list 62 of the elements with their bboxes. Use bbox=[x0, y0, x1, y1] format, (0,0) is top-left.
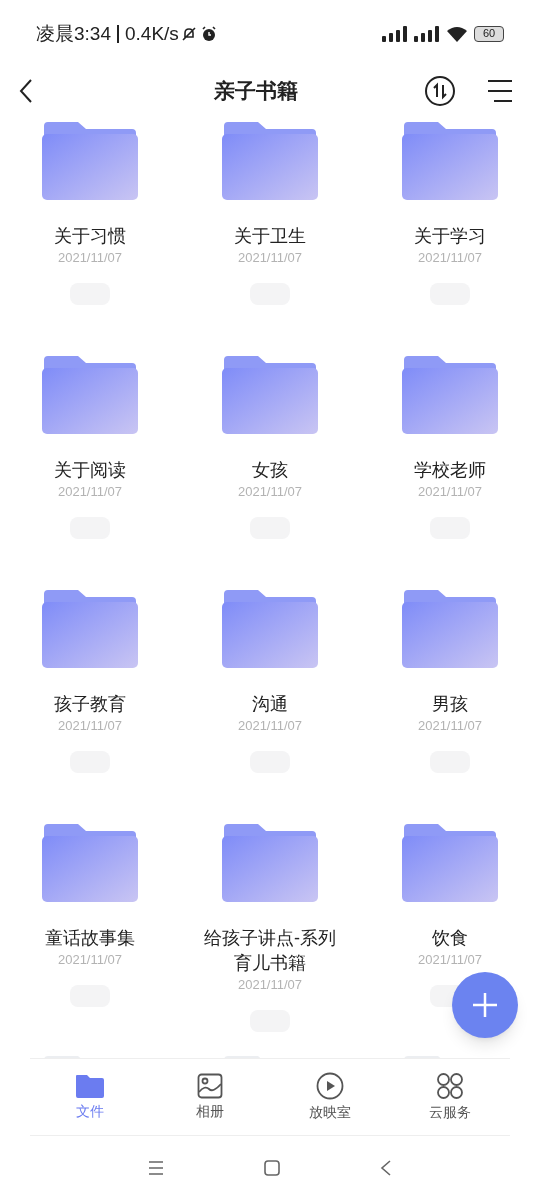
folder-icon bbox=[222, 122, 318, 200]
folder-date: 2021/11/07 bbox=[57, 249, 123, 267]
menu-button[interactable] bbox=[486, 79, 514, 103]
battery-indicator: 60 bbox=[474, 26, 504, 42]
page-title: 亲子书籍 bbox=[214, 78, 298, 105]
folder-name: 男孩 bbox=[432, 693, 468, 716]
folder-icon bbox=[222, 824, 318, 902]
folder-icon bbox=[42, 356, 138, 434]
folder-icon bbox=[75, 1072, 105, 1099]
folder-icon bbox=[222, 356, 318, 434]
grid-circles-icon bbox=[436, 1071, 464, 1100]
folder-date: 2021/11/07 bbox=[237, 976, 303, 994]
folder-date: 2021/11/07 bbox=[417, 483, 483, 501]
folder-name: 童话故事集 bbox=[45, 927, 135, 950]
folder-name: 关于阅读 bbox=[54, 459, 126, 482]
menu-icon[interactable] bbox=[148, 1161, 164, 1175]
home-square-icon[interactable] bbox=[264, 1160, 280, 1176]
wifi-icon bbox=[446, 26, 468, 42]
status-time: 凌晨3:34 bbox=[36, 21, 111, 46]
folder-name: 给孩子讲点-系列育儿书籍 bbox=[203, 927, 337, 975]
folder-icon bbox=[402, 590, 498, 668]
folder-name: 女孩 bbox=[252, 459, 288, 482]
folder-icon bbox=[222, 590, 318, 668]
folder-icon bbox=[42, 590, 138, 668]
sort-button[interactable] bbox=[424, 75, 456, 107]
folder-name: 学校老师 bbox=[414, 459, 486, 482]
play-icon bbox=[316, 1071, 344, 1100]
folder-date: 2021/11/07 bbox=[237, 717, 303, 735]
nav-tab[interactable]: 文件 bbox=[30, 1059, 150, 1135]
folder-icon bbox=[42, 824, 138, 902]
folder-date: 2021/11/07 bbox=[237, 483, 303, 501]
folder-date: 2021/11/07 bbox=[417, 717, 483, 735]
add-button[interactable] bbox=[452, 972, 518, 1038]
folder-date: 2021/11/07 bbox=[417, 951, 483, 969]
nav-tab[interactable]: 云服务 bbox=[390, 1059, 510, 1135]
signal-icon bbox=[382, 26, 408, 42]
image-icon bbox=[197, 1072, 223, 1099]
folder-name: 关于学习 bbox=[414, 225, 486, 248]
folder-name: 孩子教育 bbox=[54, 693, 126, 716]
network-speed: 0.4K/s bbox=[125, 21, 179, 46]
folder-date: 2021/11/07 bbox=[57, 483, 123, 501]
plus-icon bbox=[471, 991, 499, 1019]
folder-icon bbox=[402, 122, 498, 200]
back-icon[interactable] bbox=[380, 1160, 392, 1176]
folder-date: 2021/11/07 bbox=[237, 249, 303, 267]
folder-name: 关于习惯 bbox=[54, 225, 126, 248]
folder-name: 沟通 bbox=[252, 693, 288, 716]
folder-date: 2021/11/07 bbox=[417, 249, 483, 267]
menu-icon bbox=[486, 79, 514, 103]
folder-icon bbox=[42, 122, 138, 200]
nav-tab[interactable]: 放映室 bbox=[270, 1059, 390, 1135]
folder-name: 关于卫生 bbox=[234, 225, 306, 248]
sort-icon bbox=[424, 75, 456, 107]
signal-icon bbox=[414, 26, 440, 42]
folder-date: 2021/11/07 bbox=[57, 951, 123, 969]
folder-name: 饮食 bbox=[432, 927, 468, 950]
folder-icon bbox=[402, 824, 498, 902]
nav-tab[interactable]: 相册 bbox=[150, 1059, 270, 1135]
back-icon bbox=[19, 79, 33, 103]
folder-date: 2021/11/07 bbox=[57, 717, 123, 735]
alarm-icon bbox=[200, 26, 217, 42]
folder-icon bbox=[402, 356, 498, 434]
